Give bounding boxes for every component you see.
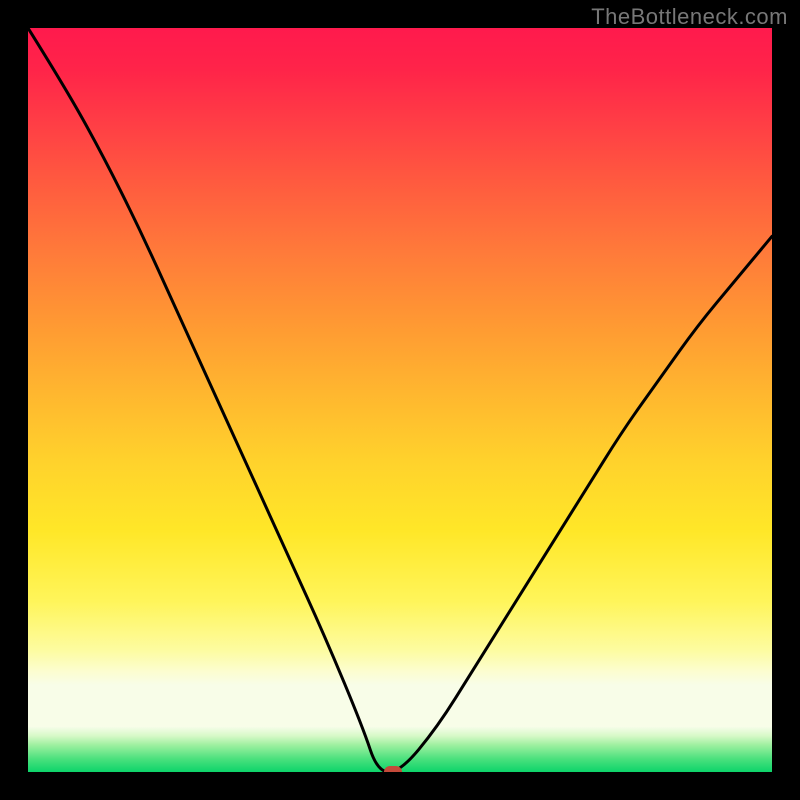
chart-frame: TheBottleneck.com [0, 0, 800, 800]
watermark-text: TheBottleneck.com [591, 4, 788, 30]
plot-area [28, 28, 772, 772]
bottleneck-curve [28, 28, 772, 772]
optimum-marker [384, 766, 402, 772]
